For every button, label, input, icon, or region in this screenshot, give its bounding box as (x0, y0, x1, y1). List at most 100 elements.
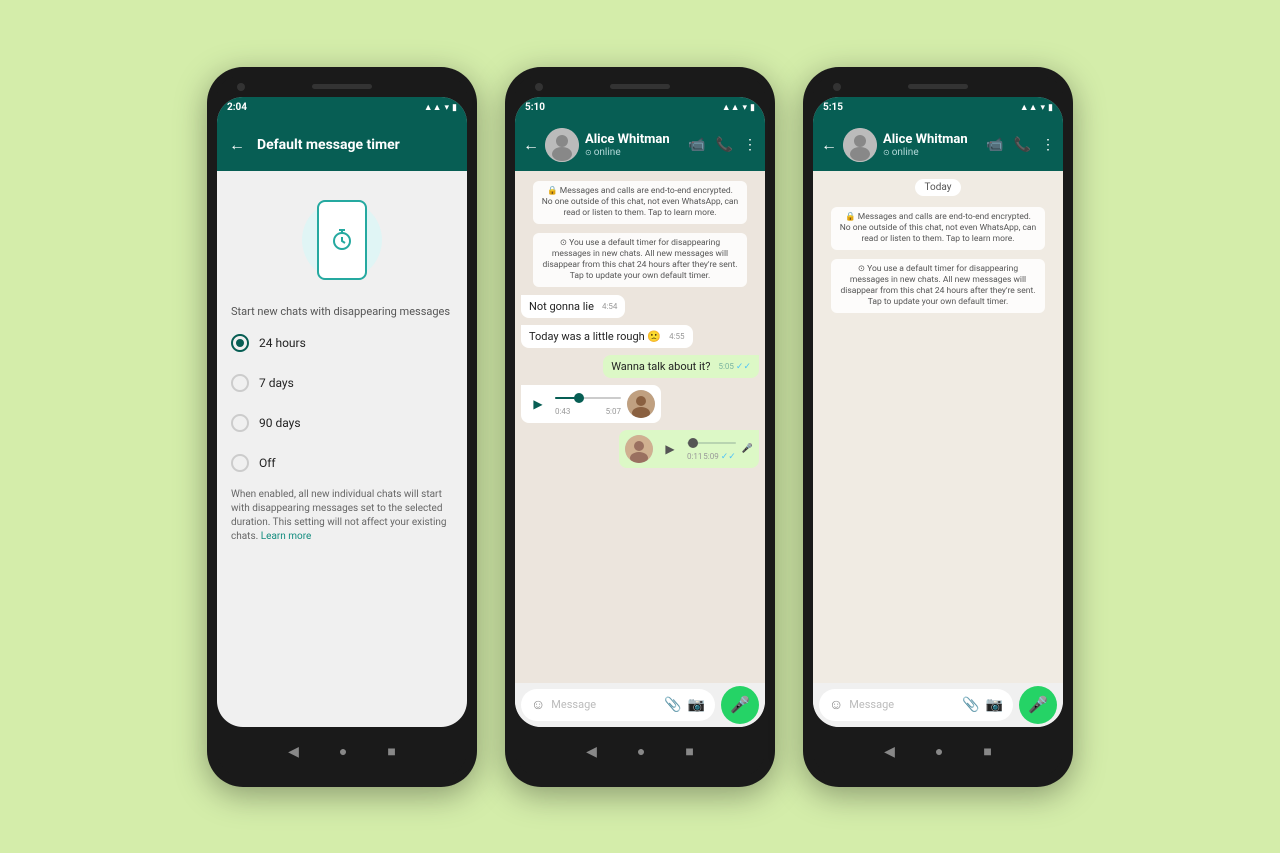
radio-option-off[interactable]: Off (231, 448, 453, 478)
radio-option-90d[interactable]: 90 days (231, 408, 453, 438)
recent-nav-btn-3[interactable]: ■ (983, 743, 991, 760)
wifi-icon-2: ▾ (743, 103, 748, 113)
voice-time-2-4: 5:07 (606, 407, 621, 416)
status-bar-1: 2:04 ▲▲ ▾ ▮ (217, 97, 467, 119)
radio-inner-24h (236, 339, 244, 347)
call-icon-2[interactable]: 📞 (716, 137, 733, 153)
phone-3: 5:15 ▲▲ ▾ ▮ ← Alice Whitm (803, 67, 1073, 787)
back-nav-btn-3[interactable]: ◀ (884, 744, 895, 760)
phone-top-bar-1 (217, 77, 467, 97)
phone-top-bar-2 (515, 77, 765, 97)
home-nav-btn-3[interactable]: ● (935, 743, 943, 760)
recent-nav-btn-2[interactable]: ■ (685, 743, 693, 760)
bubble-2-3: Wanna talk about it? 5:05 ✓✓ (603, 355, 759, 378)
contact-info-2: Alice Whitman ⊙ online (585, 132, 682, 158)
back-nav-btn-2[interactable]: ◀ (586, 744, 597, 760)
video-call-icon-2[interactable]: 📹 (688, 137, 705, 153)
back-button-3[interactable]: ← (821, 135, 837, 155)
system-msg-2-1: 🔒 Messages and calls are end-to-end encr… (533, 181, 747, 224)
attach-icon-2[interactable]: 📎 (664, 697, 681, 713)
mic-btn-2[interactable]: 🎤 (721, 686, 759, 724)
ticks-2-3: ✓✓ (736, 362, 751, 372)
home-nav-btn-1[interactable]: ● (339, 743, 347, 760)
settings-subtitle: Start new chats with disappearing messag… (231, 305, 453, 318)
play-btn-2-4[interactable]: ▶ (527, 393, 549, 415)
radio-option-24h[interactable]: 24 hours (231, 328, 453, 358)
input-placeholder-2: Message (551, 698, 658, 711)
camera-icon-2[interactable]: 📷 (688, 697, 705, 713)
ticks-2-5: ✓✓ (721, 452, 736, 462)
msg-row-2-4: ▶ 0:43 5:07 (521, 385, 759, 423)
radio-circle-7d[interactable] (231, 374, 249, 392)
status-time-1: 2:04 (227, 102, 247, 113)
phone-1: 2:04 ▲▲ ▾ ▮ ← Default message timer (207, 67, 477, 787)
bubble-text-2-1: Not gonna lie (529, 300, 594, 313)
home-nav-btn-2[interactable]: ● (637, 743, 645, 760)
settings-title: Default message timer (257, 137, 400, 153)
system-msg-3-2: ⊙ You use a default timer for disappeari… (831, 259, 1045, 313)
camera-icon-3[interactable]: 📷 (986, 697, 1003, 713)
avatar-svg-2 (545, 128, 579, 162)
more-options-icon-2[interactable]: ⋮ (743, 137, 757, 153)
msg-input-bar-2: ☺ Message 📎 📷 🎤 (515, 683, 765, 727)
phone-illustration (297, 185, 387, 295)
status-timer-icon-2: ⊙ (585, 148, 592, 157)
msg-row-2-5: ▶ 0:11 5:09 ✓✓ 🎤 (521, 430, 759, 468)
msg-input-field-2[interactable]: ☺ Message 📎 📷 (521, 689, 715, 721)
header-actions-2: 📹 📞 ⋮ (688, 137, 757, 153)
status-icons-2: ▲▲ ▾ ▮ (722, 102, 755, 113)
avatar-svg-3 (843, 128, 877, 162)
waveform-2-5: 0:11 5:09 ✓✓ (687, 436, 736, 462)
battery-icon-2: ▮ (750, 103, 755, 113)
bubble-text-2-3: Wanna talk about it? (611, 360, 710, 373)
phone-bottom-2: ◀ ● ■ (515, 727, 765, 777)
radio-circle-off[interactable] (231, 454, 249, 472)
signal-icon-3: ▲▲ (1020, 102, 1038, 113)
radio-option-7d[interactable]: 7 days (231, 368, 453, 398)
voice-meta-2-5: 0:11 5:09 ✓✓ (687, 452, 736, 462)
call-icon-3[interactable]: 📞 (1014, 137, 1031, 153)
voice-avatar-2-4 (627, 390, 655, 418)
back-button-1[interactable]: ← (229, 135, 245, 155)
phone-camera-2 (535, 83, 543, 91)
voice-duration-2-4: 0:43 (555, 407, 570, 416)
waveform-progress-2-4 (555, 397, 575, 399)
msg-input-bar-3: ☺ Message 📎 📷 🎤 (813, 683, 1063, 727)
waveform-dot-2-5 (688, 438, 698, 448)
voice-avatar-2-5 (625, 435, 653, 463)
emoji-icon-2[interactable]: ☺ (531, 696, 545, 713)
back-nav-btn-1[interactable]: ◀ (288, 744, 299, 760)
phone-camera-3 (833, 83, 841, 91)
back-button-2[interactable]: ← (523, 135, 539, 155)
bubble-2-1: Not gonna lie 4:54 (521, 295, 625, 318)
phone-bottom-1: ◀ ● ■ (217, 727, 467, 777)
settings-body: Start new chats with disappearing messag… (217, 171, 467, 727)
radio-label-7d: 7 days (259, 376, 294, 390)
status-icons-3: ▲▲ ▾ ▮ (1020, 102, 1053, 113)
radio-circle-24h[interactable] (231, 334, 249, 352)
radio-circle-90d[interactable] (231, 414, 249, 432)
msg-input-field-3[interactable]: ☺ Message 📎 📷 (819, 689, 1013, 721)
bubble-text-2-2: Today was a little rough 🙁 (529, 330, 661, 343)
recent-nav-btn-1[interactable]: ■ (387, 743, 395, 760)
contact-info-3: Alice Whitman ⊙ online (883, 132, 980, 158)
attach-icon-3[interactable]: 📎 (962, 697, 979, 713)
header-actions-3: 📹 📞 ⋮ (986, 137, 1055, 153)
radio-label-90d: 90 days (259, 416, 301, 430)
settings-description: When enabled, all new individual chats w… (231, 488, 453, 544)
signal-icon-1: ▲▲ (424, 102, 442, 113)
chat-header-3: ← Alice Whitman ⊙ online 📹 (813, 119, 1063, 171)
video-call-icon-3[interactable]: 📹 (986, 137, 1003, 153)
phone-speaker-3 (908, 84, 968, 89)
learn-more-link[interactable]: Learn more (261, 531, 312, 542)
bubble-2-5: ▶ 0:11 5:09 ✓✓ 🎤 (619, 430, 759, 468)
system-msg-2-2: ⊙ You use a default timer for disappeari… (533, 233, 747, 287)
chat-header-2: ← Alice Whitman ⊙ online 📹 (515, 119, 765, 171)
phones-container: 2:04 ▲▲ ▾ ▮ ← Default message timer (187, 47, 1093, 807)
bubble-2-4: ▶ 0:43 5:07 (521, 385, 661, 423)
emoji-icon-3[interactable]: ☺ (829, 696, 843, 713)
more-options-icon-3[interactable]: ⋮ (1041, 137, 1055, 153)
mic-btn-3[interactable]: 🎤 (1019, 686, 1057, 724)
battery-icon-3: ▮ (1048, 103, 1053, 113)
play-btn-2-5[interactable]: ▶ (659, 438, 681, 460)
